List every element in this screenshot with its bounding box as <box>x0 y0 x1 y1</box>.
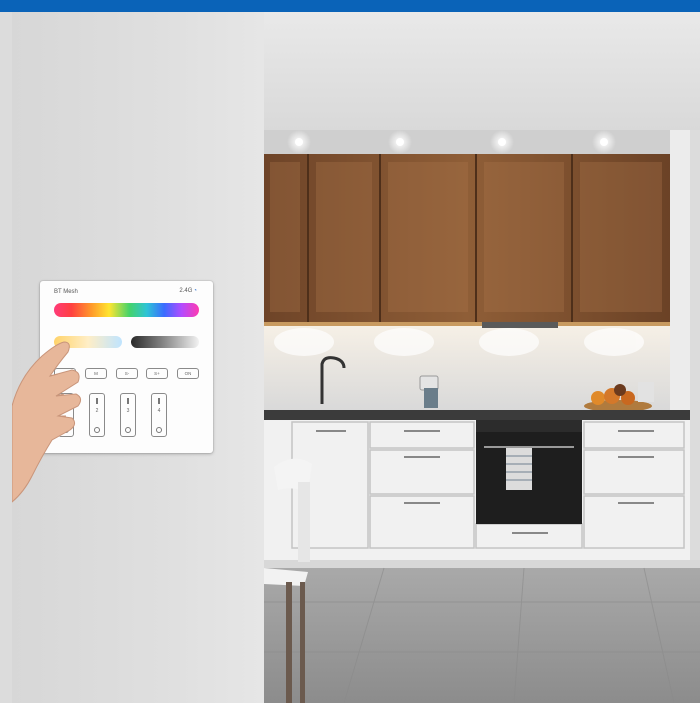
kitchen-photo <box>264 12 700 703</box>
speed-down-button[interactable]: S- <box>116 368 138 379</box>
zone-4-button[interactable]: 4 <box>151 393 167 437</box>
on-off-button[interactable]: ON <box>177 368 199 379</box>
panel-frequency: 2.4G◔ <box>179 288 197 294</box>
speed-up-button[interactable]: S+ <box>146 368 168 379</box>
color-hue-slider[interactable] <box>54 303 199 317</box>
zone-3-button[interactable]: 3 <box>120 393 136 437</box>
frequency-label: 2.4G <box>179 288 193 294</box>
hand-image <box>12 341 82 503</box>
header-bar <box>0 0 700 12</box>
product-photo: BT Mesh 2.4G◔ M S- S+ ON 1 2 3 4 <box>0 0 700 703</box>
panel-title: BT Mesh <box>54 289 78 295</box>
brightness-slider[interactable] <box>131 336 199 348</box>
wifi-icon: ◔ <box>193 288 197 294</box>
